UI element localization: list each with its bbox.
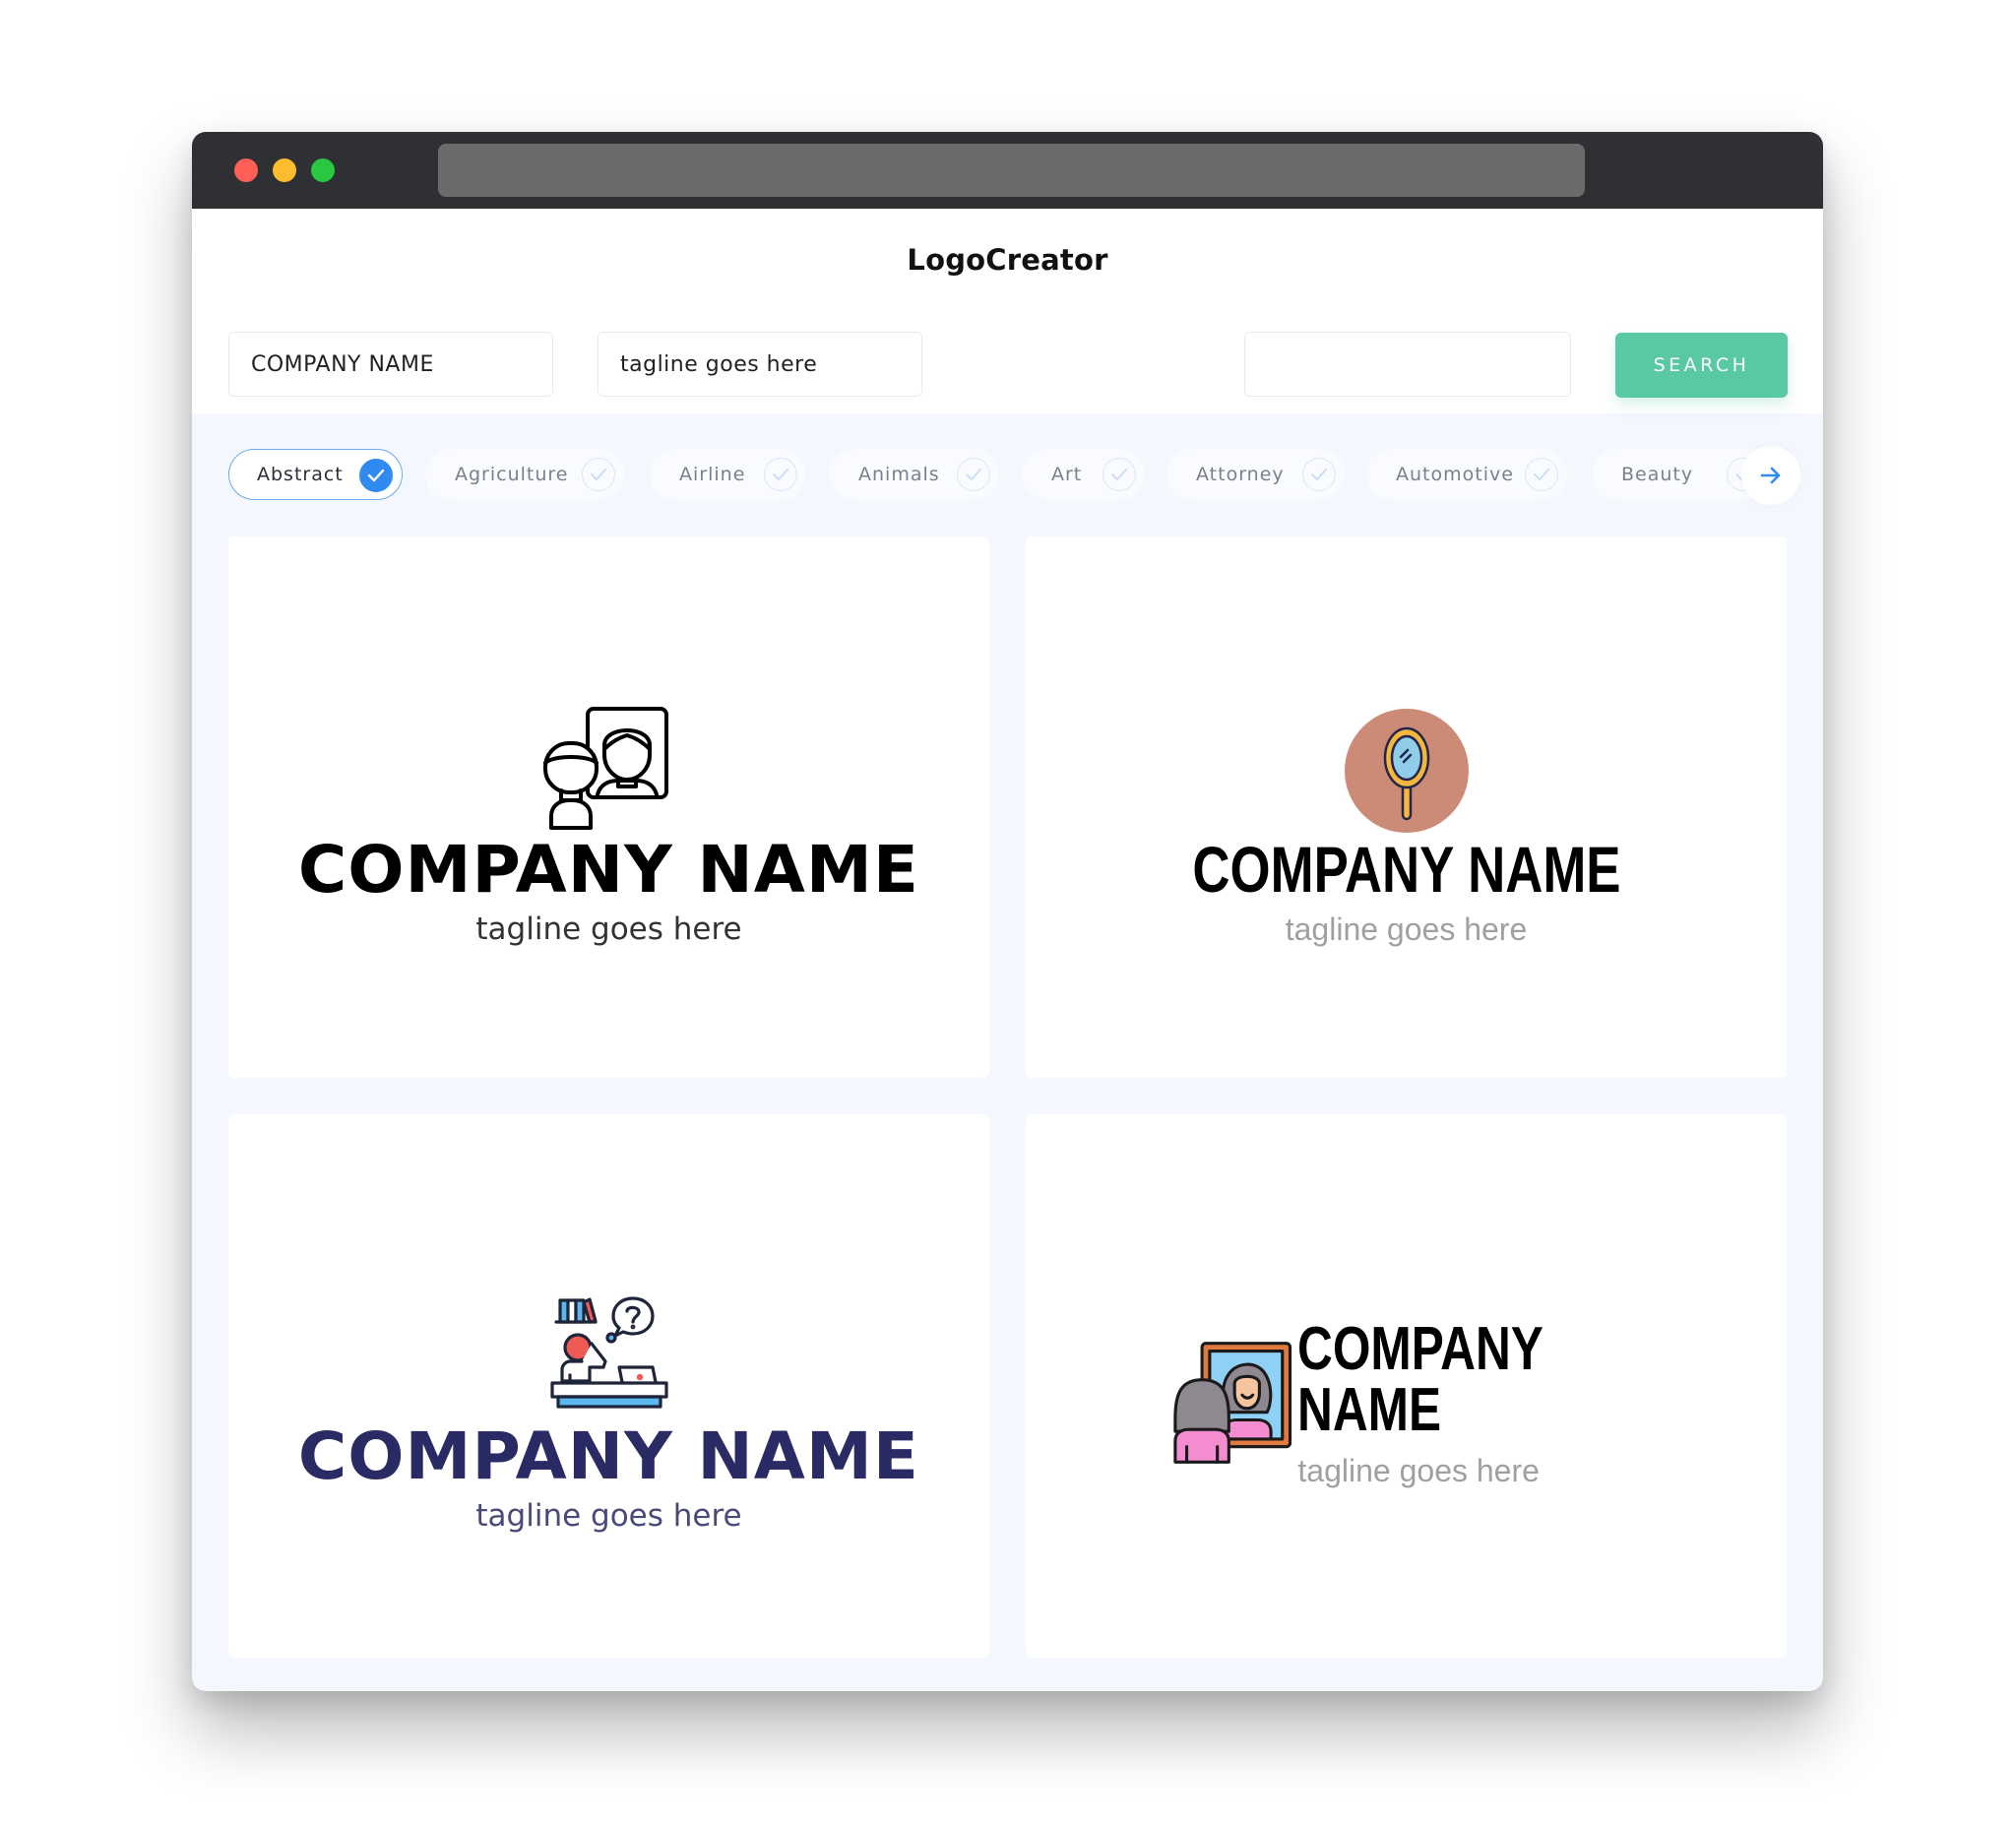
check-icon — [359, 459, 393, 492]
logo-card[interactable]: COMPANY NAME tagline goes here — [1026, 536, 1787, 1078]
category-label: Attorney — [1196, 464, 1285, 485]
logo-card[interactable]: COMPANY NAME tagline goes here — [228, 1114, 989, 1658]
category-label: Art — [1051, 464, 1083, 485]
check-icon — [957, 458, 990, 491]
category-chip-airline[interactable]: Airline — [650, 449, 806, 500]
category-chip-animals[interactable]: Animals — [829, 449, 999, 500]
logo-company-name: COMPANY NAME — [1297, 1315, 1544, 1444]
logo-card[interactable]: COMPANY NAME tagline goes here — [228, 536, 989, 1078]
category-label: Beauty — [1621, 464, 1694, 485]
browser-window: LogoCreator COMPANY NAME tagline goes he… — [192, 132, 1823, 1691]
minimize-window-button[interactable] — [273, 158, 296, 182]
category-chip-automotive[interactable]: Automotive — [1366, 449, 1567, 500]
category-label: Automotive — [1396, 464, 1514, 485]
logo-tagline: tagline goes here — [1297, 1453, 1540, 1488]
arrow-right-icon — [1760, 467, 1781, 484]
maximize-window-button[interactable] — [311, 158, 335, 182]
category-chip-agriculture[interactable]: Agriculture — [425, 449, 624, 500]
woman-mirror-icon — [1173, 1342, 1292, 1464]
category-label: Agriculture — [455, 464, 569, 485]
next-categories-button[interactable] — [1741, 446, 1800, 505]
logo-tagline: tagline goes here — [1285, 912, 1528, 947]
logo-tagline: tagline goes here — [475, 1498, 742, 1534]
logo-company-name: COMPANY NAME — [297, 832, 920, 908]
logo-preview: COMPANY NAME tagline goes here — [228, 706, 989, 945]
check-icon — [1525, 458, 1558, 491]
keyword-input[interactable] — [1244, 332, 1571, 397]
check-icon — [582, 458, 615, 491]
search-bar: COMPANY NAME tagline goes here SEARCH — [192, 310, 1823, 413]
title-bar — [192, 132, 1823, 209]
logo-preview: COMPANY NAME tagline goes here — [1026, 709, 1787, 945]
logo-tagline: tagline goes here — [475, 912, 742, 947]
student-desk-question-icon — [549, 1296, 668, 1409]
category-chip-attorney[interactable]: Attorney — [1166, 449, 1345, 500]
tagline-value: tagline goes here — [620, 351, 818, 377]
company-name-input[interactable]: COMPANY NAME — [228, 332, 553, 397]
category-filter-bar: Abstract Agriculture Airline Animals Art — [228, 446, 1800, 505]
tagline-input[interactable]: tagline goes here — [598, 332, 922, 397]
logo-card[interactable]: COMPANY NAME tagline goes here — [1026, 1114, 1787, 1658]
category-label: Airline — [679, 464, 746, 485]
app-header: LogoCreator — [192, 209, 1823, 310]
hand-mirror-icon — [1344, 709, 1469, 833]
search-button[interactable]: SEARCH — [1615, 333, 1788, 398]
category-chip-abstract[interactable]: Abstract — [228, 449, 403, 500]
logo-preview: COMPANY NAME tagline goes here — [228, 1292, 989, 1532]
check-icon — [764, 458, 797, 491]
check-icon — [1102, 458, 1136, 491]
logo-company-name: COMPANY NAME — [297, 1418, 920, 1494]
logo-company-name: COMPANY NAME — [1191, 833, 1621, 906]
category-label: Abstract — [257, 464, 344, 485]
app-title: LogoCreator — [907, 242, 1108, 277]
category-label: Animals — [858, 464, 940, 485]
people-portrait-icon — [542, 707, 668, 830]
check-icon — [1302, 458, 1336, 491]
close-window-button[interactable] — [234, 158, 258, 182]
address-bar[interactable] — [438, 144, 1585, 197]
company-name-value: COMPANY NAME — [251, 351, 434, 377]
logo-preview: COMPANY NAME tagline goes here — [1171, 1319, 1787, 1486]
category-chip-art[interactable]: Art — [1022, 449, 1145, 500]
